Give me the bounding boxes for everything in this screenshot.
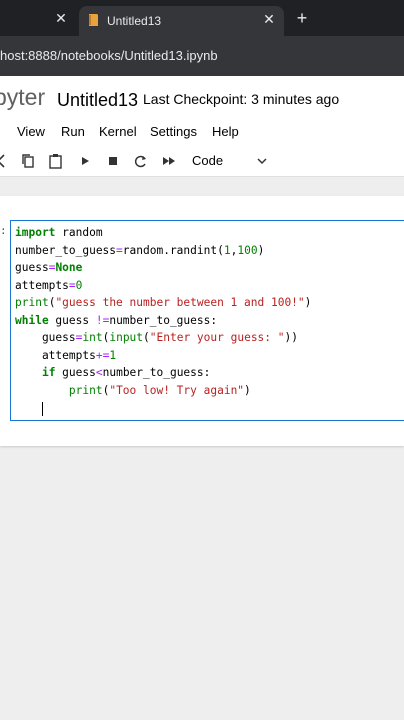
code-token: 100 <box>237 243 258 257</box>
notebook-title[interactable]: Untitled13 <box>57 89 138 111</box>
cell-prompt: : <box>0 224 7 237</box>
code-token: guess <box>15 331 76 344</box>
code-token: guess <box>55 366 96 379</box>
code-token: number_to_guess: <box>109 313 218 327</box>
url-text[interactable]: host:8888/notebooks/Untitled13.ipynb <box>0 48 218 64</box>
code-token: random <box>55 226 103 239</box>
menu-run[interactable]: Run <box>61 124 85 140</box>
paste-icon[interactable] <box>47 151 65 171</box>
code-token: number_to_guess <box>15 243 117 257</box>
code-token: print <box>15 296 49 309</box>
code-token: += <box>95 348 110 362</box>
code-token: import <box>15 226 56 239</box>
menu-help[interactable]: Help <box>212 124 239 140</box>
new-tab-button[interactable]: + <box>292 8 312 28</box>
code-token: ) <box>257 243 265 257</box>
cut-icon[interactable] <box>0 151 10 171</box>
code-token: attempts <box>15 348 96 362</box>
code-token: number_to_guess: <box>102 366 211 379</box>
code-line[interactable]: attempts+=1 <box>15 347 116 364</box>
notebook-favicon-icon <box>89 14 98 26</box>
code-token: 0 <box>75 278 83 292</box>
copy-icon[interactable] <box>19 151 37 171</box>
code-token: ( <box>143 331 150 344</box>
run-icon[interactable] <box>76 151 94 171</box>
code-token: guess <box>15 261 49 274</box>
code-token: while <box>15 313 49 327</box>
code-token: print <box>68 383 103 397</box>
jupyter-logo-text[interactable]: pyter <box>0 83 45 111</box>
notebook-toolbar: Code <box>0 148 404 174</box>
browser-tab-bar: ✕ Untitled13 ✕ + <box>0 0 404 36</box>
run-all-icon[interactable] <box>160 151 178 171</box>
code-line[interactable]: guess=None <box>15 259 82 276</box>
code-line[interactable]: print("guess the number between 1 and 10… <box>15 294 311 311</box>
chevron-down-icon[interactable] <box>256 156 268 166</box>
code-line[interactable] <box>15 399 42 416</box>
code-token: 1 <box>223 243 231 257</box>
code-token: input <box>109 331 144 344</box>
code-token: = <box>68 278 76 292</box>
cell-type-select[interactable]: Code <box>192 153 223 169</box>
active-tab[interactable]: Untitled13 ✕ <box>79 6 284 36</box>
code-token: "Too low! Try again" <box>109 383 245 397</box>
code-line[interactable]: while guess !=number_to_guess: <box>15 312 217 329</box>
code-token: 1 <box>109 348 117 362</box>
code-line[interactable]: guess=int(input("Enter your guess: ")) <box>15 329 298 346</box>
checkpoint-status: Last Checkpoint: 3 minutes ago <box>143 91 340 107</box>
code-token: guess <box>48 313 96 327</box>
code-line[interactable]: attempts=0 <box>15 277 82 294</box>
code-token: if <box>41 366 56 379</box>
code-token: int <box>82 331 103 344</box>
code-token: None <box>55 261 83 274</box>
text-cursor <box>42 402 43 416</box>
menu-bar: View Run Kernel Settings Help <box>0 118 404 146</box>
stop-icon[interactable] <box>104 151 122 171</box>
active-tab-title: Untitled13 <box>107 14 162 28</box>
code-token: )) <box>284 331 298 344</box>
code-line[interactable]: print("Too low! Try again") <box>15 382 251 399</box>
code-token: "Enter your guess: " <box>149 331 285 344</box>
inactive-tab-close-button[interactable]: ✕ <box>52 9 70 27</box>
menu-view[interactable]: View <box>17 124 45 140</box>
menu-settings[interactable]: Settings <box>150 124 197 140</box>
code-token: "guess the number between 1 and 100!" <box>55 296 305 309</box>
code-line[interactable]: import random <box>15 224 103 241</box>
active-tab-close-button[interactable]: ✕ <box>260 10 278 28</box>
code-token: = <box>116 243 123 257</box>
menu-kernel[interactable]: Kernel <box>99 124 137 140</box>
code-token: ) <box>244 383 251 397</box>
code-line[interactable]: if guess<number_to_guess: <box>15 364 210 381</box>
code-token: != <box>95 313 110 327</box>
code-line[interactable]: number_to_guess=random.randint(1,100) <box>15 242 264 259</box>
restart-icon[interactable] <box>132 151 150 171</box>
code-token: random.randint( <box>122 243 224 257</box>
code-token: < <box>95 366 103 379</box>
code-token: ) <box>304 296 312 309</box>
address-bar[interactable]: host:8888/notebooks/Untitled13.ipynb <box>0 36 404 76</box>
code-token: attempts <box>15 278 69 292</box>
